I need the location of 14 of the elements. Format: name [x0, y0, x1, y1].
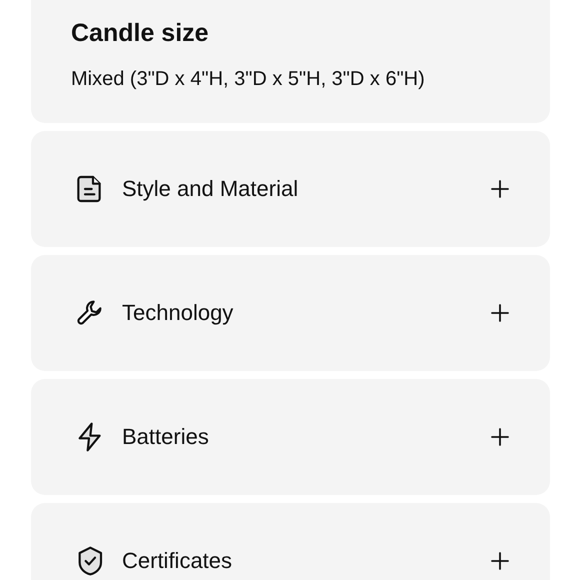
plus-icon[interactable] [490, 303, 510, 323]
section-label: Style and Material [122, 176, 300, 202]
accordion-section[interactable]: Style and Material [31, 131, 550, 247]
accordion-section[interactable]: Technology [31, 255, 550, 371]
plus-icon[interactable] [490, 427, 510, 447]
accordion-section[interactable]: Batteries [31, 379, 550, 495]
accordion-section[interactable]: Certificates [31, 503, 550, 580]
plus-icon[interactable] [490, 179, 510, 199]
section-label: Certificates [122, 548, 234, 574]
spec-value: Mixed (3"D x 4"H, 3"D x 5"H, 3"D x 6"H) [71, 67, 426, 92]
spec-title: Candle size [71, 18, 210, 49]
section-label: Batteries [122, 424, 210, 450]
plus-icon[interactable] [490, 551, 510, 571]
section-label: Technology [122, 300, 234, 326]
